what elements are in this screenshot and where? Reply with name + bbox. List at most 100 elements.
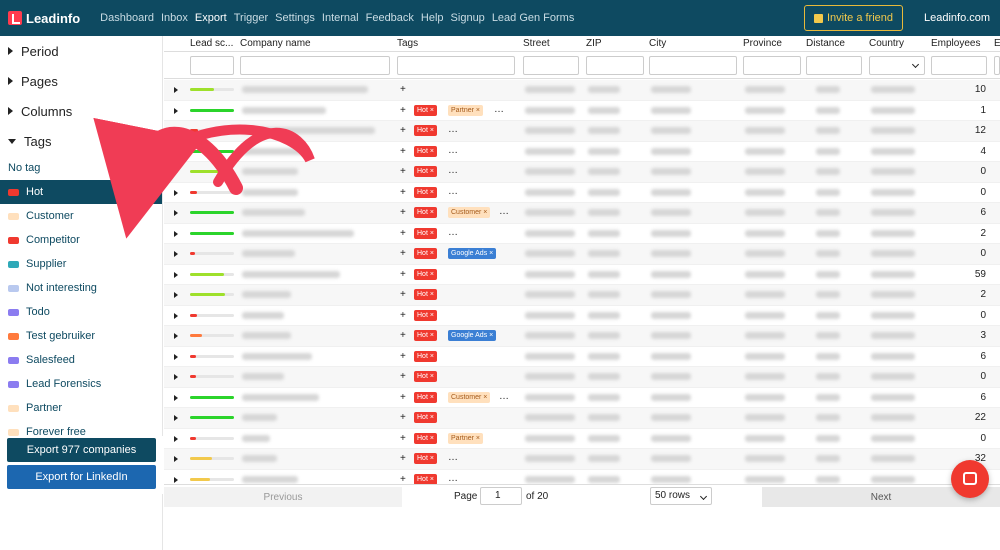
remove-tag-icon[interactable]: ×	[428, 107, 434, 114]
row-tag[interactable]: Hot ×	[414, 391, 437, 403]
row-tag[interactable]: Hot ×	[414, 248, 437, 259]
table-row[interactable]: + Hot × Google Ads × 3	[164, 326, 1000, 347]
expand-row-icon[interactable]	[174, 456, 178, 462]
add-tag-button[interactable]: +	[400, 412, 406, 423]
column-filter-input[interactable]	[994, 56, 1000, 75]
add-tag-button[interactable]: +	[400, 125, 406, 136]
remove-tag-icon[interactable]: ×	[481, 209, 487, 216]
table-row[interactable]: + Hot × 0	[164, 367, 1000, 388]
column-header[interactable]: Country	[869, 38, 929, 49]
leadinfo-com-link[interactable]: Leadinfo.com	[924, 12, 990, 24]
expand-row-icon[interactable]	[174, 230, 178, 237]
tag-filter-no-tag[interactable]: No tag	[0, 156, 162, 180]
expand-row-icon[interactable]	[174, 415, 178, 421]
row-tag[interactable]: Hot ×	[414, 104, 437, 116]
section-columns[interactable]: Columns	[0, 96, 162, 126]
add-tag-button[interactable]: +	[400, 371, 406, 382]
expand-row-icon[interactable]	[174, 394, 178, 401]
more-tags-icon[interactable]: …	[499, 391, 509, 402]
column-header[interactable]: Province	[743, 38, 805, 49]
remove-tag-icon[interactable]: ×	[428, 230, 434, 237]
more-tags-icon[interactable]: …	[499, 206, 509, 217]
remove-tag-icon[interactable]: ×	[487, 332, 493, 339]
column-filter-input[interactable]	[743, 56, 801, 75]
row-tag[interactable]: Hot ×	[414, 268, 437, 280]
column-filter-input[interactable]	[190, 56, 234, 75]
column-filter-input[interactable]	[649, 56, 737, 75]
expand-row-icon[interactable]	[174, 251, 178, 257]
rows-per-page-select[interactable]: 50 rows	[650, 487, 712, 505]
more-tags-icon[interactable]: …	[448, 186, 458, 197]
add-tag-button[interactable]: +	[400, 187, 406, 198]
more-tags-icon[interactable]: …	[448, 145, 458, 156]
expand-row-icon[interactable]	[174, 312, 178, 319]
column-filter-input[interactable]	[397, 56, 515, 75]
expand-row-icon[interactable]	[174, 128, 178, 134]
table-row[interactable]: + Hot × 6	[164, 347, 1000, 367]
add-tag-button[interactable]: +	[400, 146, 406, 157]
table-row[interactable]: + Hot × 22	[164, 408, 1000, 429]
tag-filter-item[interactable]: Not interesting	[0, 276, 162, 300]
column-header[interactable]: Street	[523, 38, 583, 49]
remove-tag-icon[interactable]: ×	[428, 455, 434, 462]
column-header[interactable]: E	[994, 38, 1000, 49]
more-tags-icon[interactable]: …	[494, 104, 504, 115]
remove-tag-icon[interactable]: ×	[428, 435, 434, 442]
remove-tag-icon[interactable]: ×	[428, 394, 434, 401]
add-tag-button[interactable]: +	[400, 105, 406, 116]
invite-friend-button[interactable]: Invite a friend	[804, 5, 903, 31]
tag-filter-item[interactable]: Hot	[0, 180, 162, 204]
column-header[interactable]: Company name	[240, 38, 392, 49]
tag-filter-item[interactable]: Test gebruiker	[0, 324, 162, 348]
section-pages[interactable]: Pages	[0, 66, 162, 96]
table-row[interactable]: + Hot × … 4	[164, 142, 1000, 162]
expand-row-icon[interactable]	[174, 353, 178, 360]
nav-internal[interactable]: Internal	[322, 12, 359, 24]
leadinfo-logo[interactable]: Leadinfo	[8, 11, 80, 26]
row-tag[interactable]: Hot ×	[414, 145, 437, 157]
table-row[interactable]: + Hot ×…	[164, 470, 1000, 484]
remove-tag-icon[interactable]: ×	[428, 414, 434, 421]
column-header[interactable]: Distance	[806, 38, 866, 49]
add-tag-button[interactable]: +	[400, 166, 406, 177]
table-row[interactable]: + Hot × 59	[164, 265, 1000, 285]
remove-tag-icon[interactable]: ×	[428, 373, 434, 380]
table-row[interactable]: + Hot × … 0	[164, 162, 1000, 183]
table-row[interactable]: + Hot × … 0	[164, 183, 1000, 203]
row-tag[interactable]: Hot ×	[414, 412, 437, 423]
table-row[interactable]: + Hot × Customer ×… 6	[164, 203, 1000, 224]
expand-row-icon[interactable]	[174, 189, 178, 196]
more-tags-icon[interactable]: …	[448, 124, 458, 135]
expand-row-icon[interactable]	[174, 333, 178, 339]
expand-row-icon[interactable]	[174, 271, 178, 278]
row-tag[interactable]: Hot ×	[414, 309, 437, 321]
expand-row-icon[interactable]	[174, 169, 178, 175]
row-tag[interactable]: Hot ×	[414, 207, 437, 218]
row-tag[interactable]: Partner ×	[448, 104, 484, 116]
nav-help[interactable]: Help	[421, 12, 444, 24]
add-tag-button[interactable]: +	[400, 392, 406, 403]
tag-filter-item[interactable]: Competitor	[0, 228, 162, 252]
row-tag[interactable]: Hot ×	[414, 289, 437, 300]
add-tag-button[interactable]: +	[400, 207, 406, 218]
remove-tag-icon[interactable]: ×	[428, 312, 434, 319]
remove-tag-icon[interactable]: ×	[428, 189, 434, 196]
nav-trigger[interactable]: Trigger	[234, 12, 268, 24]
tag-filter-item[interactable]: Todo	[0, 300, 162, 324]
table-row[interactable]: + Hot × 2	[164, 285, 1000, 306]
row-tag[interactable]: Hot ×	[414, 453, 437, 464]
column-filter-input[interactable]	[931, 56, 987, 75]
remove-tag-icon[interactable]: ×	[428, 250, 434, 257]
page-input[interactable]: 1	[480, 487, 522, 505]
remove-tag-icon[interactable]: ×	[474, 107, 480, 114]
add-tag-button[interactable]: +	[400, 84, 406, 95]
add-tag-button[interactable]: +	[400, 269, 406, 280]
tag-filter-item[interactable]: Salesfeed	[0, 348, 162, 372]
table-row[interactable]: + Hot × Partner ×… 1	[164, 101, 1000, 121]
expand-row-icon[interactable]	[174, 210, 178, 216]
more-tags-icon[interactable]: …	[448, 165, 458, 176]
more-tags-icon[interactable]: …	[448, 452, 458, 463]
add-tag-button[interactable]: +	[400, 228, 406, 239]
remove-tag-icon[interactable]: ×	[474, 435, 480, 442]
row-tag[interactable]: Hot ×	[414, 350, 437, 362]
